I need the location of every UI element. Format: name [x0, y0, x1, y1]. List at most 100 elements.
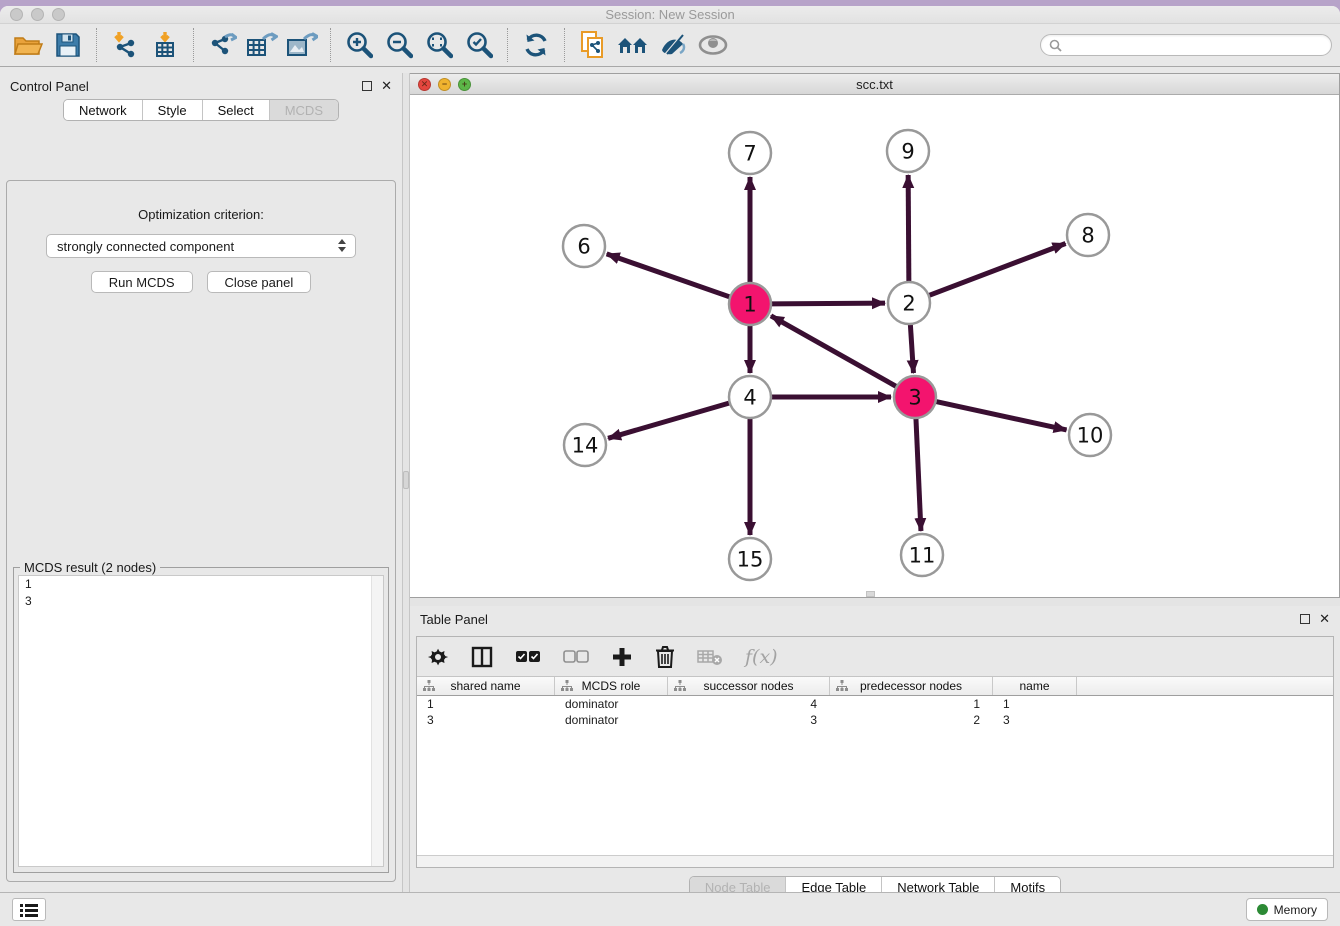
- table-cell[interactable]: 3: [993, 712, 1077, 728]
- export-network-icon[interactable]: [205, 28, 239, 62]
- control-panel-title: Control Panel: [10, 79, 89, 94]
- import-table-icon[interactable]: [148, 28, 182, 62]
- memory-status-icon: [1257, 904, 1268, 915]
- close-table-panel-icon[interactable]: ✕: [1319, 614, 1330, 624]
- mcds-result-item[interactable]: 1: [19, 576, 383, 593]
- delete-table-icon[interactable]: [697, 643, 723, 671]
- graph-node-label: 7: [743, 142, 756, 166]
- table-cell[interactable]: 1: [993, 696, 1077, 712]
- table-cell[interactable]: dominator: [555, 712, 668, 728]
- status-bar: Memory: [0, 892, 1340, 926]
- search-icon: [1049, 39, 1062, 52]
- table-cell[interactable]: 1: [830, 696, 993, 712]
- graph-edge-1-2[interactable]: [771, 303, 885, 304]
- show-columns-icon[interactable]: [471, 643, 493, 671]
- splitter-grip[interactable]: [403, 471, 409, 489]
- import-network-icon[interactable]: [108, 28, 142, 62]
- graph-edge-2-3[interactable]: [910, 324, 913, 373]
- deselect-all-icon[interactable]: [563, 643, 589, 671]
- column-header-successor-nodes[interactable]: successor nodes: [668, 677, 830, 695]
- optimization-criterion-select[interactable]: strongly connected component: [46, 234, 356, 258]
- run-mcds-button[interactable]: Run MCDS: [91, 271, 193, 293]
- graph-edge-3-11[interactable]: [916, 418, 921, 531]
- graph-node-label: 9: [901, 140, 914, 164]
- network-graph[interactable]: 7968124314101511: [410, 95, 1338, 597]
- mcds-result-item[interactable]: 3: [19, 593, 383, 610]
- mcds-result-title: MCDS result (2 nodes): [20, 560, 160, 575]
- column-header-shared-name[interactable]: shared name: [417, 677, 555, 695]
- minimize-network-icon[interactable]: −: [438, 78, 451, 91]
- delete-column-icon[interactable]: [655, 643, 675, 671]
- task-history-button[interactable]: [12, 898, 46, 921]
- zoom-out-icon[interactable]: [382, 28, 416, 62]
- export-table-icon[interactable]: [245, 28, 279, 62]
- zoom-selected-icon[interactable]: [462, 28, 496, 62]
- save-session-icon[interactable]: [51, 28, 85, 62]
- table-cell[interactable]: dominator: [555, 696, 668, 712]
- network-canvas[interactable]: 7968124314101511: [410, 95, 1339, 597]
- zoom-network-icon[interactable]: +: [458, 78, 471, 91]
- graph-edge-3-1[interactable]: [771, 316, 897, 387]
- graph-edge-2-8[interactable]: [929, 244, 1066, 296]
- horizontal-splitter[interactable]: [410, 598, 1340, 606]
- table-cell[interactable]: 3: [668, 712, 830, 728]
- close-network-icon[interactable]: ✕: [418, 78, 431, 91]
- graph-edge-2-9[interactable]: [908, 175, 909, 282]
- table-panel-title: Table Panel: [420, 612, 488, 627]
- graph-node-label: 6: [577, 235, 590, 259]
- canvas-grip[interactable]: [866, 591, 875, 597]
- control-panel-tabs: NetworkStyleSelectMCDS: [63, 99, 339, 121]
- search-box[interactable]: [1040, 34, 1332, 56]
- scrollbar-track[interactable]: [371, 576, 383, 866]
- table-row[interactable]: 3dominator323: [417, 712, 1333, 728]
- toolbar-separator: [330, 28, 331, 62]
- graph-node-label: 1: [743, 293, 756, 317]
- open-session-icon[interactable]: [11, 28, 45, 62]
- network-window-titlebar: ✕ − + scc.txt: [410, 74, 1339, 95]
- table-rows: 1dominator4113dominator323: [417, 696, 1333, 728]
- column-header-name[interactable]: name: [993, 677, 1077, 695]
- select-all-icon[interactable]: [515, 643, 541, 671]
- apply-layout-icon[interactable]: [519, 28, 553, 62]
- column-header-MCDS-role[interactable]: MCDS role: [555, 677, 668, 695]
- table-cell[interactable]: 3: [417, 712, 555, 728]
- network-window: ✕ − + scc.txt 79681243141015: [410, 73, 1340, 598]
- tab-network[interactable]: Network: [64, 100, 142, 120]
- graph-edge-3-10[interactable]: [936, 401, 1067, 429]
- float-table-panel-icon[interactable]: [1300, 614, 1310, 624]
- column-header-predecessor-nodes[interactable]: predecessor nodes: [830, 677, 993, 695]
- toolbar-separator: [96, 28, 97, 62]
- table-cell[interactable]: 1: [417, 696, 555, 712]
- add-column-icon[interactable]: [611, 643, 633, 671]
- search-input[interactable]: [1067, 38, 1323, 52]
- table-row[interactable]: 1dominator411: [417, 696, 1333, 712]
- memory-button[interactable]: Memory: [1246, 898, 1328, 921]
- float-panel-icon[interactable]: [362, 81, 372, 91]
- hide-selected-icon[interactable]: [656, 28, 690, 62]
- show-graphics-details-icon[interactable]: [696, 28, 730, 62]
- graph-node-label: 2: [902, 292, 915, 316]
- graph-edge-1-6[interactable]: [607, 254, 731, 297]
- toolbar-separator: [564, 28, 565, 62]
- tab-mcds[interactable]: MCDS: [269, 100, 338, 120]
- list-icon: [20, 903, 38, 917]
- function-builder-icon[interactable]: f(x): [745, 643, 778, 671]
- duplicate-network-icon[interactable]: [576, 28, 610, 62]
- export-image-icon[interactable]: [285, 28, 319, 62]
- close-panel-icon[interactable]: ✕: [381, 81, 392, 91]
- close-panel-button[interactable]: Close panel: [207, 271, 312, 293]
- network-window-title: scc.txt: [410, 77, 1339, 92]
- control-panel: Control Panel ✕ NetworkStyleSelectMCDS O…: [0, 73, 402, 892]
- table-cell[interactable]: 2: [830, 712, 993, 728]
- vertical-splitter[interactable]: [402, 73, 410, 892]
- tab-select[interactable]: Select: [202, 100, 269, 120]
- mcds-result-list[interactable]: 13: [18, 575, 384, 867]
- table-hscrollbar[interactable]: [417, 855, 1333, 867]
- zoom-fit-icon[interactable]: [422, 28, 456, 62]
- table-settings-icon[interactable]: [427, 643, 449, 671]
- tab-style[interactable]: Style: [142, 100, 202, 120]
- zoom-in-icon[interactable]: [342, 28, 376, 62]
- graph-edge-4-14[interactable]: [608, 403, 730, 438]
- table-cell[interactable]: 4: [668, 696, 830, 712]
- first-neighbors-icon[interactable]: [616, 28, 650, 62]
